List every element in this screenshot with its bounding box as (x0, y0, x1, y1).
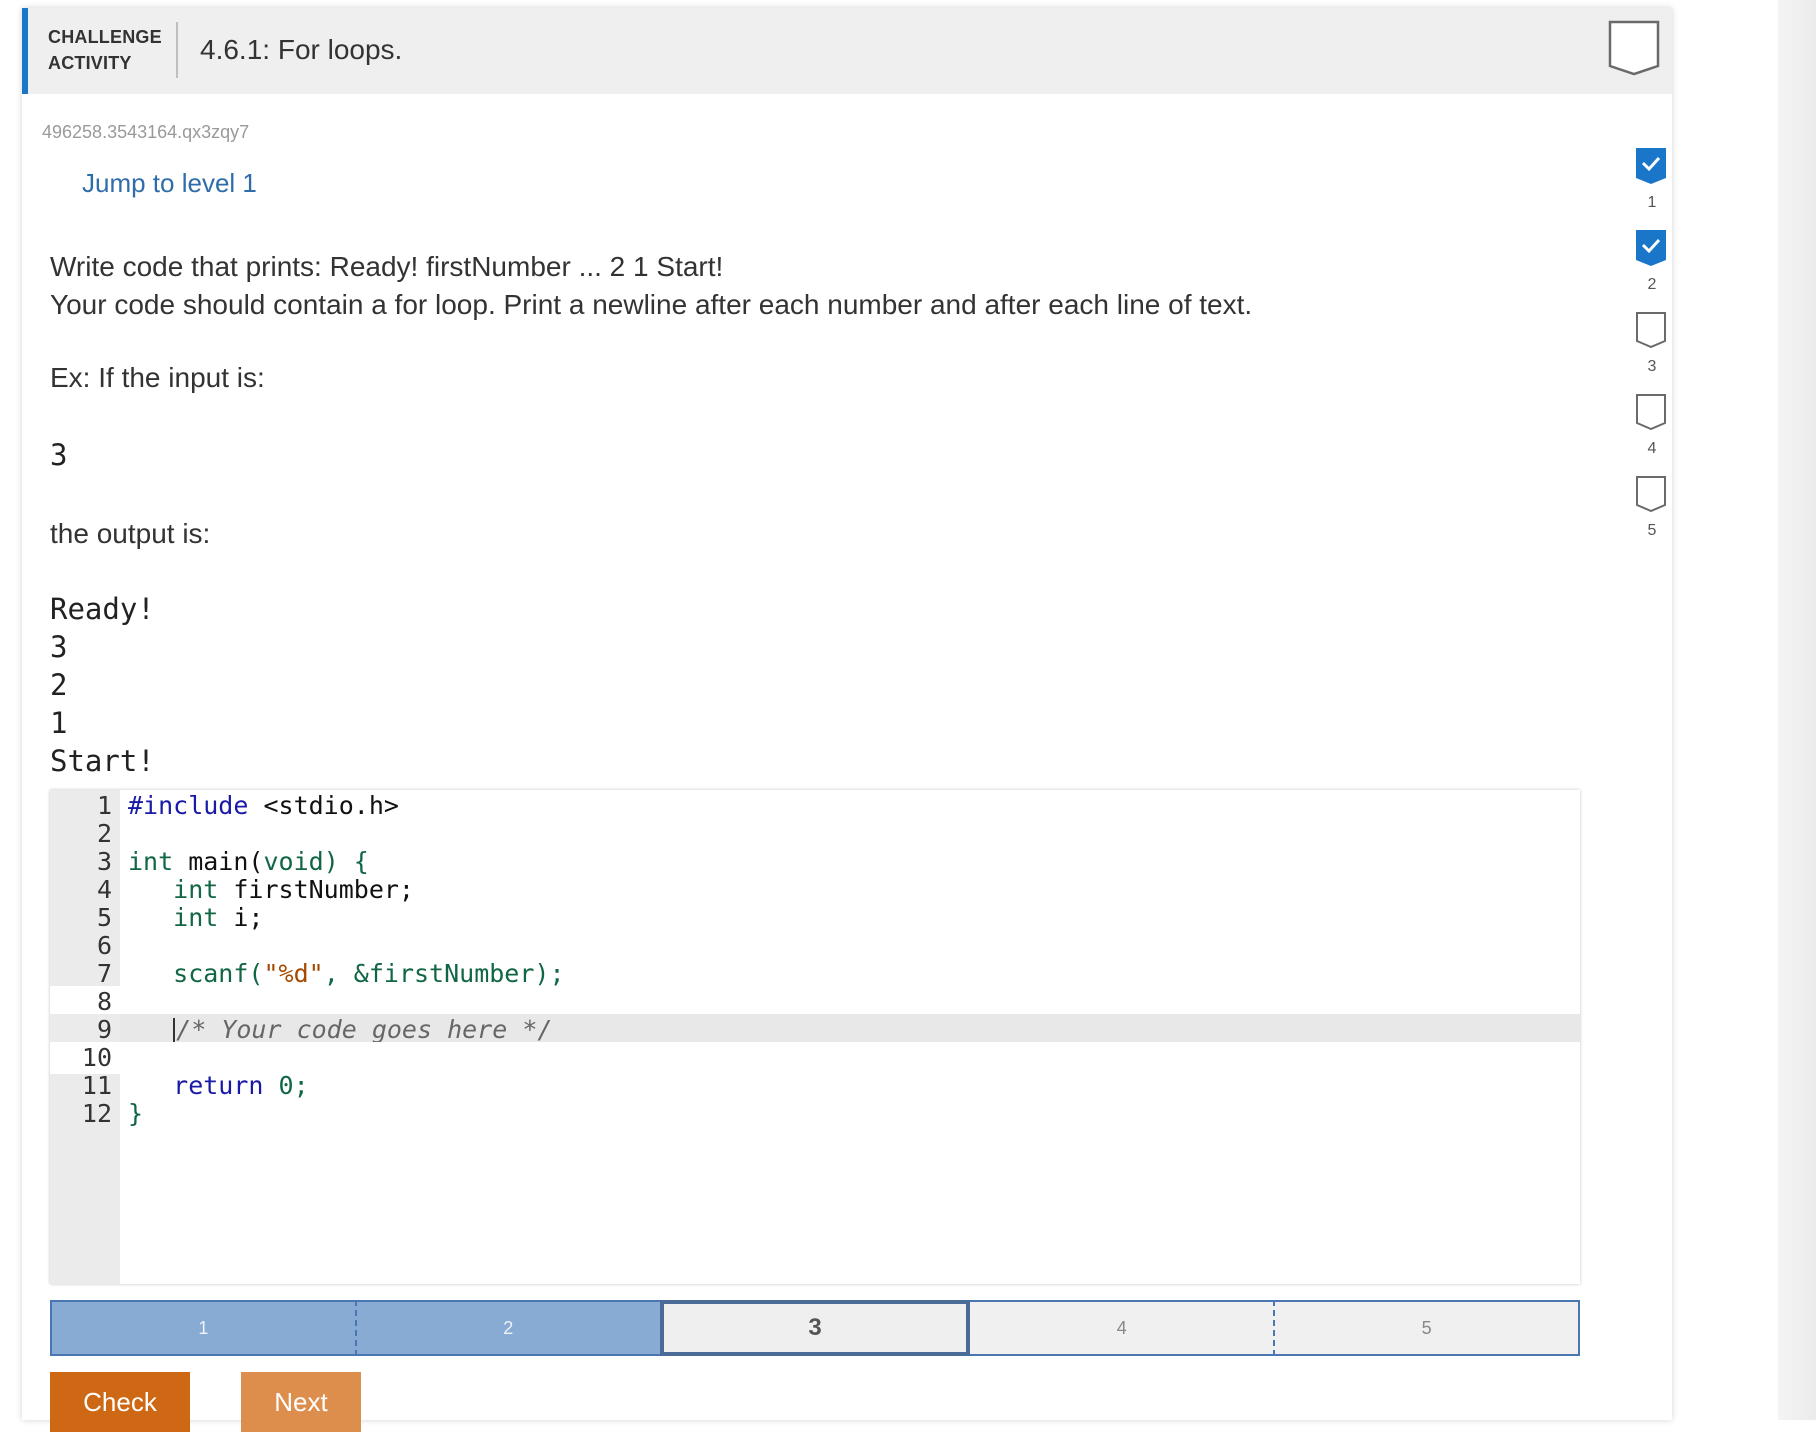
activity-header: CHALLENGE ACTIVITY 4.6.1: For loops. (22, 8, 1672, 94)
code-token: void (263, 847, 324, 876)
code-token: <stdio.h> (248, 791, 399, 820)
completion-badge-icon (1608, 20, 1660, 76)
challenge-activity-card: CHALLENGE ACTIVITY 4.6.1: For loops. 496… (22, 8, 1674, 1432)
level-tab-1[interactable]: 1 (50, 1300, 357, 1356)
code-token: } (128, 1099, 144, 1128)
code-token: 0; (263, 1071, 309, 1100)
output-line: 2 (50, 668, 68, 702)
kicker-line-1: CHALLENGE (48, 27, 162, 47)
code-token: int (173, 903, 219, 932)
output-line: Ready! (50, 592, 155, 626)
code-token: /* Your code goes here */ (176, 1015, 553, 1044)
example-output-label: the output is: (50, 518, 211, 549)
activity-kicker: CHALLENGE ACTIVITY (48, 24, 162, 76)
code-token: ) { (323, 847, 369, 876)
progress-label: 2 (1647, 276, 1657, 293)
checked-badge-icon (1636, 148, 1666, 184)
code-token: "%d" (263, 959, 324, 988)
progress-label: 1 (1647, 194, 1657, 211)
code-token: return (173, 1071, 264, 1100)
level-tab-3[interactable]: 3 (659, 1300, 971, 1356)
output-line: 1 (50, 706, 68, 740)
next-button[interactable]: Next (241, 1372, 361, 1432)
code-editor[interactable]: 1 #include <stdio.h> 2 3 int main(void) … (50, 790, 1580, 1284)
check-button[interactable]: Check (50, 1372, 190, 1432)
progress-item-4: 4 (1630, 394, 1674, 476)
example-output: Ready! 3 2 1 Start! (50, 590, 155, 780)
text-cursor (173, 1018, 176, 1044)
level-tab-5[interactable]: 5 (1275, 1300, 1580, 1356)
activity-id: 496258.3543164.qx3zqy7 (42, 122, 250, 142)
page-scroll-gutter (1778, 0, 1816, 1420)
progress-item-1: 1 (1630, 148, 1674, 230)
code-token: scanf( (173, 959, 264, 988)
challenge-prompt: Write code that prints: Ready! firstNumb… (50, 248, 1252, 324)
level-tab-2[interactable]: 2 (356, 1300, 660, 1356)
code-token: int (173, 875, 219, 904)
level-selector: 1 2 3 4 5 (50, 1300, 1580, 1356)
code-token: i; (218, 903, 264, 932)
output-line: 3 (50, 630, 68, 664)
empty-badge-icon (1636, 476, 1666, 512)
example-input-label: Ex: If the input is: (50, 362, 265, 393)
progress-item-2: 2 (1630, 230, 1674, 312)
jump-to-level-link[interactable]: Jump to level 1 (82, 168, 257, 199)
prompt-line-2: Your code should contain a for loop. Pri… (50, 289, 1253, 320)
line-number: 12 (81, 1099, 112, 1128)
activity-title: 4.6.1: For loops. (200, 34, 403, 65)
level-tab-4[interactable]: 4 (970, 1300, 1276, 1356)
code-token: main( (173, 847, 264, 876)
empty-badge-icon (1636, 312, 1666, 348)
kicker-line-2: ACTIVITY (48, 53, 132, 73)
example-input-value: 3 (50, 438, 68, 472)
code-token: firstNumber; (218, 875, 414, 904)
code-token: #include (128, 791, 249, 820)
code-token: , &firstNumber); (323, 959, 565, 988)
code-token: int (128, 847, 174, 876)
empty-badge-icon (1636, 394, 1666, 430)
progress-label: 5 (1647, 522, 1657, 539)
progress-label: 4 (1647, 440, 1657, 457)
prompt-line-1: Write code that prints: Ready! firstNumb… (50, 251, 724, 282)
progress-label: 3 (1647, 358, 1657, 375)
header-divider (176, 22, 178, 78)
output-line: Start! (50, 744, 155, 778)
progress-item-3: 3 (1630, 312, 1674, 394)
progress-item-5: 5 (1630, 476, 1674, 558)
checked-badge-icon (1636, 230, 1666, 266)
code-line-12[interactable]: 12 } (50, 1098, 1580, 1130)
